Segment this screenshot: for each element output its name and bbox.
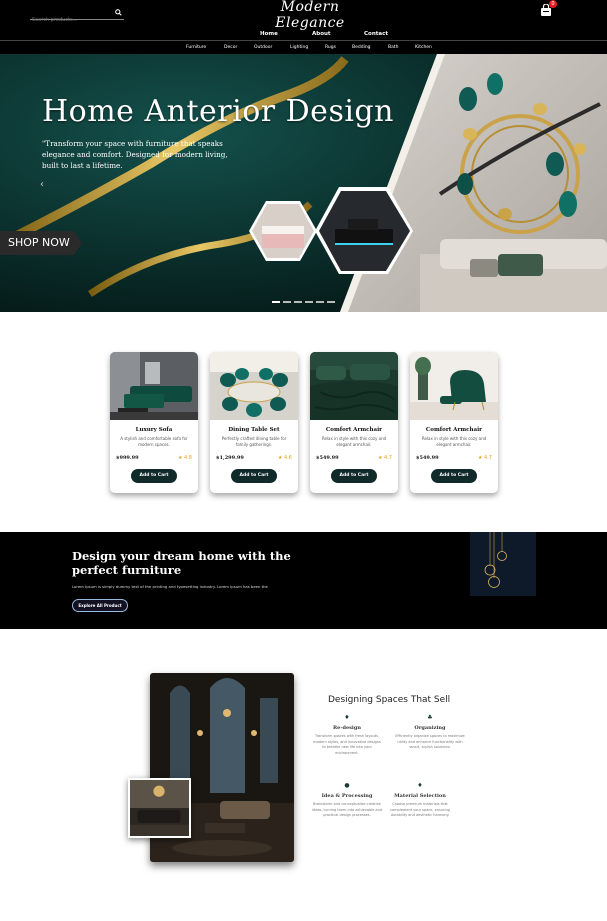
promo-banner: Design your dream home with the perfect … [0,532,607,629]
hero-slider: Home Anterior Design "Transform your spa… [0,54,607,312]
category-rugs[interactable]: Rugs [325,45,336,50]
shop-now-button[interactable]: SHOP NOW [0,231,82,255]
service-title: Organizing [414,725,446,731]
category-nav: Furniture Decor Outdoor Lighting Rugs Be… [0,45,607,52]
product-description: Relax in style with this cozy and elegan… [421,436,487,447]
product-description: Relax in style with this cozy and elegan… [321,436,387,447]
add-to-cart-button[interactable]: Add to Cart [231,469,277,483]
showcase-inset-image [128,778,191,838]
service-item-redesign: ♦ Re-design Transform spaces with fresh … [312,714,382,756]
product-name[interactable]: Dining Table Set [210,427,298,433]
search-icon[interactable] [115,9,122,16]
product-price: $999.99 [116,455,139,461]
slider-dot[interactable] [305,301,313,303]
nav-contact[interactable]: Contact [364,31,388,37]
site-header: Modern Elegance 0 Home About Contact Fur… [0,0,607,54]
product-price: $549.99 [316,455,339,461]
product-card: Luxury Sofa A stylish and comfortable so… [110,352,198,493]
service-item-idea: ● Idea & Processing Brainstorm and conce… [312,782,382,819]
category-outdoor[interactable]: Outdoor [254,45,272,50]
product-description: Perfectly crafted dining table for famil… [221,436,287,447]
product-card: Comfort Armchair Relax in style with thi… [410,352,498,493]
slider-dot[interactable] [294,301,302,303]
service-description: Transform spaces with fresh layouts, mod… [313,734,381,755]
product-image-armchair [410,352,498,420]
product-rating: ★ 4.8 [177,455,192,461]
cart-count-badge: 0 [549,0,557,8]
product-card: Dining Table Set Perfectly crafted dinin… [210,352,298,493]
product-rating: ★ 4.6 [277,455,292,461]
product-rating: ★ 4.7 [377,455,392,461]
explore-products-button[interactable]: Explore All Product [72,599,128,612]
services-title: Designing Spaces That Sell [328,695,451,705]
material-icon: ♦ [417,782,423,789]
organizing-icon: ♣ [427,714,433,721]
main-nav: Home About Contact [0,31,607,39]
product-image-bedding [310,352,398,420]
category-furniture[interactable]: Furniture [186,45,206,50]
hero-image [0,54,607,312]
header-divider [0,40,607,41]
add-to-cart-button[interactable]: Add to Cart [431,469,477,483]
service-title: Idea & Processing [321,793,373,799]
lightbulb-icon: ● [344,782,350,789]
banner-heading: Design your dream home with the perfect … [72,549,291,577]
slider-dot[interactable] [327,301,335,303]
search-input[interactable] [30,13,108,27]
service-description: Efficiently organize spaces to maximize … [395,734,465,749]
service-description: Choose premium materials that complement… [390,802,450,817]
slider-dot[interactable] [283,301,291,303]
service-item-organizing: ♣ Organizing Efficiently organize spaces… [395,714,465,751]
add-to-cart-button[interactable]: Add to Cart [331,469,377,483]
product-description: A stylish and comfortable sofa for moder… [120,436,188,447]
product-rating: ★ 4.7 [477,455,492,461]
service-title: Material Selection [394,793,446,799]
service-description: Brainstorm and conceptualize creative id… [312,802,383,817]
category-bedding[interactable]: Bedding [352,45,371,50]
product-price: $549.99 [416,455,439,461]
product-image-sofa [110,352,198,420]
service-title: Re-design [333,725,361,731]
category-kitchen[interactable]: Kitchen [415,45,432,50]
pendant-lamps-image [470,532,536,596]
product-name[interactable]: Luxury Sofa [110,427,198,433]
search-bar [30,6,124,27]
category-bath[interactable]: Bath [388,45,398,50]
product-name[interactable]: Comfort Armchair [310,427,398,433]
nav-about[interactable]: About [312,31,331,37]
slider-dot[interactable] [272,301,280,303]
hero-text: "Transform your space with furniture tha… [42,139,228,170]
product-price: $1,299.99 [216,455,244,461]
site-logo[interactable]: Modern Elegance [250,0,370,31]
slider-prev-icon[interactable]: ‹ [40,179,44,190]
hero-title: Home Anterior Design [42,94,394,129]
product-image-dining [210,352,298,420]
banner-text: Lorem Ipsum is simply dummy text of the … [72,584,268,589]
product-card: Comfort Armchair Relax in style with thi… [310,352,398,493]
slider-dot[interactable] [316,301,324,303]
service-item-material: ♦ Material Selection Choose premium mate… [385,782,455,819]
product-name[interactable]: Comfort Armchair [410,427,498,433]
nav-home[interactable]: Home [260,31,278,37]
category-lighting[interactable]: Lighting [290,45,308,50]
redesign-icon: ♦ [344,714,350,721]
category-decor[interactable]: Decor [224,45,237,50]
add-to-cart-button[interactable]: Add to Cart [131,469,177,483]
